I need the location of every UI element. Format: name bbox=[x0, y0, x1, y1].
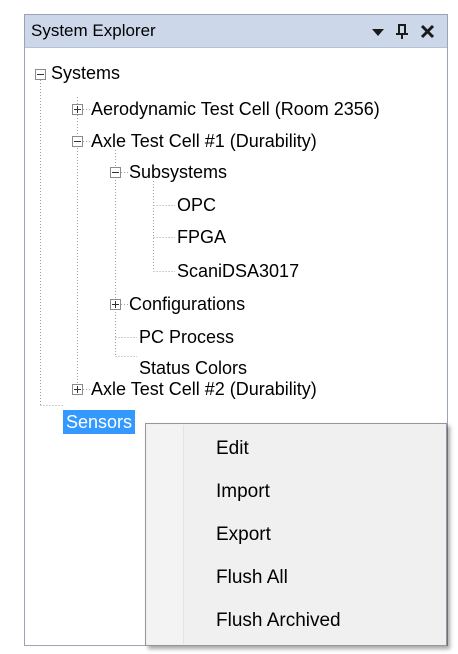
tree-node-scanidsa3017[interactable]: ScaniDSA3017 bbox=[177, 259, 299, 283]
close-icon[interactable] bbox=[417, 19, 439, 43]
expand-toggle-icon[interactable] bbox=[72, 104, 83, 115]
pin-icon[interactable] bbox=[391, 19, 413, 43]
tree-node-pc-process[interactable]: PC Process bbox=[139, 325, 234, 349]
panel-title: System Explorer bbox=[31, 21, 156, 40]
menu-item-export[interactable]: Export bbox=[216, 523, 271, 547]
tree-node-subsystems[interactable]: Subsystems bbox=[129, 160, 227, 184]
tree-node-systems[interactable]: Systems bbox=[51, 61, 120, 85]
menu-item-flush-all[interactable]: Flush All bbox=[216, 566, 288, 590]
menu-item-import[interactable]: Import bbox=[216, 480, 270, 504]
menu-item-edit[interactable]: Edit bbox=[216, 437, 249, 461]
tree-node-opc[interactable]: OPC bbox=[177, 193, 216, 217]
panel-titlebar: System Explorer bbox=[25, 15, 447, 48]
tree-node-axle-test-cell-2[interactable]: Axle Test Cell #2 (Durability) bbox=[91, 377, 317, 401]
expand-toggle-icon[interactable] bbox=[72, 384, 83, 395]
tree-node-aerodynamic-test-cell[interactable]: Aerodynamic Test Cell (Room 2356) bbox=[91, 97, 380, 121]
tree-node-axle-test-cell-1[interactable]: Axle Test Cell #1 (Durability) bbox=[91, 129, 317, 153]
collapse-toggle-icon[interactable] bbox=[110, 167, 121, 178]
context-menu: Edit Import Export Flush All Flush Archi… bbox=[145, 423, 447, 646]
expand-toggle-icon[interactable] bbox=[110, 299, 121, 310]
collapse-toggle-icon[interactable] bbox=[72, 136, 83, 147]
menu-item-flush-archived[interactable]: Flush Archived bbox=[216, 609, 341, 633]
tree-node-fpga[interactable]: FPGA bbox=[177, 225, 226, 249]
collapse-toggle-icon[interactable] bbox=[35, 69, 46, 80]
tree-node-configurations[interactable]: Configurations bbox=[129, 292, 245, 316]
context-menu-icon-gutter bbox=[147, 425, 184, 644]
tree-node-sensors[interactable]: Sensors bbox=[63, 410, 136, 434]
dropdown-arrow-icon[interactable] bbox=[367, 19, 389, 43]
